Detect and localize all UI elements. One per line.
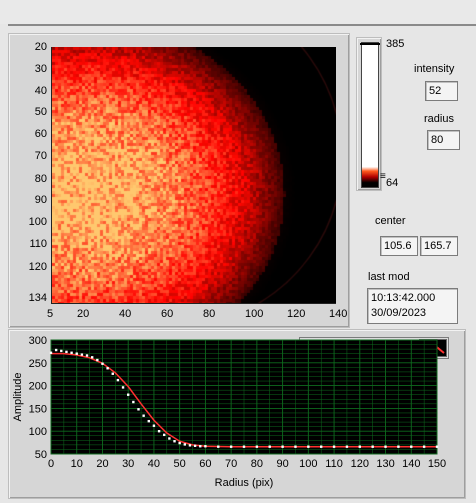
intensity-label: intensity: [414, 63, 455, 75]
image-y-tick: 80: [34, 173, 47, 185]
image-x-tick: 40: [119, 308, 132, 320]
image-y-tick: 110: [29, 238, 47, 250]
last-mod-field[interactable]: 10:13:42.000 30/09/2023: [367, 288, 458, 324]
colorbar-max-label: 385: [386, 38, 405, 50]
image-x-tick: 120: [287, 308, 306, 320]
image-x-tick: 5: [47, 308, 54, 320]
last-mod-time: 10:13:42.000: [371, 292, 436, 304]
radius-label: radius: [424, 113, 454, 125]
last-mod-date: 30/09/2023: [371, 307, 427, 319]
image-x-tick: 60: [161, 308, 174, 320]
legend-data-swatch[interactable]: [350, 340, 376, 356]
window-top-divider: [8, 24, 476, 26]
radius-field[interactable]: 80: [427, 130, 460, 150]
last-mod-label: last mod: [368, 271, 410, 283]
center-y-field[interactable]: 165.7: [420, 236, 458, 256]
image-y-tick: 120: [28, 261, 47, 273]
colorbar[interactable]: [361, 42, 379, 188]
image-y-tick: 134: [28, 292, 47, 304]
legend-fit-swatch[interactable]: [419, 339, 447, 357]
colorbar-max-marker[interactable]: [360, 43, 380, 45]
colorbar-min-marker[interactable]: ≡: [380, 172, 386, 182]
image-y-tick: 50: [34, 106, 47, 118]
legend-fit-label: Fit: [384, 341, 397, 353]
image-y-tick: 40: [34, 85, 47, 97]
image-y-tick: 90: [34, 194, 47, 206]
image-y-tick: 100: [28, 216, 47, 228]
plot-legend[interactable]: Data Fit: [299, 337, 449, 359]
image-x-tick: 20: [77, 308, 90, 320]
image-x-tick: 140: [329, 308, 348, 320]
window-top-strip: [0, 0, 476, 24]
legend-data-label: Data: [314, 341, 338, 353]
image-y-tick: 60: [34, 128, 47, 140]
image-x-tick: 100: [245, 308, 264, 320]
image-y-tick: 30: [34, 63, 47, 75]
colorbar-min-label: 64: [386, 177, 399, 189]
center-x-field[interactable]: 105.6: [380, 236, 418, 256]
intensity-field[interactable]: 52: [425, 81, 458, 101]
image-y-tick: 70: [34, 150, 47, 162]
image-y-tick: 20: [34, 41, 47, 53]
intensity-image[interactable]: [51, 47, 336, 304]
image-x-tick: 80: [203, 308, 216, 320]
center-label: center: [375, 215, 406, 227]
